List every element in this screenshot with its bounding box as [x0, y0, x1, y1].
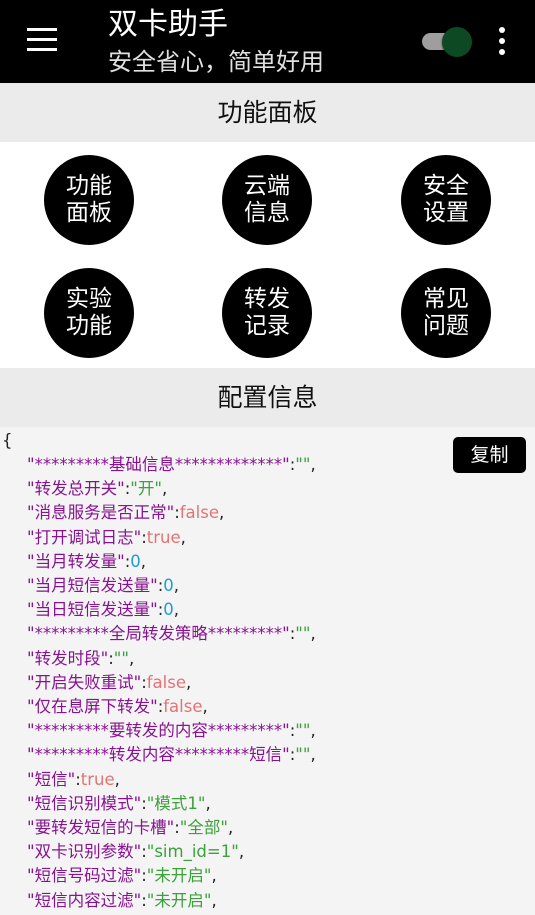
config-value: 0	[130, 551, 141, 571]
config-value: "全部"	[179, 818, 228, 837]
json-comma: ,	[310, 745, 316, 765]
config-line: "*********转发内容*********短信":"",	[27, 743, 316, 767]
json-comma: ,	[310, 624, 316, 644]
json-comma: ,	[227, 818, 234, 837]
json-comma: ,	[114, 769, 120, 789]
experimental-features-button[interactable]: 实验 功能	[44, 268, 134, 358]
config-line: "*********要转发的内容*********":"",	[27, 719, 316, 743]
config-line: "双卡识别参数":"sim_id=1",	[27, 840, 244, 864]
config-value: "未开启"	[146, 890, 212, 910]
config-key: "转发总开关"	[27, 479, 125, 499]
config-key: "要转发短信的卡槽"	[27, 818, 175, 837]
config-line: "打开调试日志":true,	[27, 526, 186, 550]
config-line: "短信内容过滤":"未开启",	[27, 889, 217, 913]
config-key: "短信号码过滤"	[27, 866, 142, 886]
config-value: false	[146, 672, 187, 692]
config-line: "仅在息屏下转发":false,	[27, 695, 208, 719]
config-key: "当月转发量"	[27, 551, 125, 571]
config-line: "当月短信发送量":0,	[27, 574, 179, 598]
config-key: "仅在息屏下转发"	[27, 697, 158, 716]
cloud-info-button[interactable]: 云端 信息	[222, 155, 312, 245]
security-settings-button[interactable]: 安全 设置	[401, 155, 491, 245]
config-json-view[interactable]: { "*********基础信息*************":"", "转发总开关…	[0, 427, 535, 915]
config-value: "模式1"	[146, 793, 206, 813]
copy-button[interactable]: 复制	[453, 437, 526, 473]
config-key: "转发时段"	[27, 648, 109, 668]
json-comma: ,	[161, 479, 168, 499]
json-comma: ,	[173, 576, 179, 595]
json-comma: ,	[219, 503, 225, 523]
json-comma: ,	[238, 842, 245, 862]
config-key: "当月短信发送量"	[27, 576, 158, 595]
config-key: "开启失败重试"	[27, 672, 142, 692]
app-subtitle: 安全省心，简单好用	[108, 48, 324, 76]
config-value: 0	[163, 576, 174, 595]
json-comma: ,	[173, 600, 179, 620]
service-toggle[interactable]	[422, 27, 472, 57]
json-comma: ,	[211, 890, 217, 910]
config-value: ""	[113, 648, 129, 668]
config-key: "消息服务是否正常"	[27, 503, 175, 523]
config-value: false	[179, 503, 220, 523]
forward-records-button[interactable]: 转发 记录	[222, 268, 312, 358]
json-open-brace: {	[2, 431, 13, 450]
json-comma: ,	[128, 648, 135, 668]
config-key: "*********要转发的内容*********"	[27, 721, 290, 741]
app-title: 双卡助手	[108, 7, 228, 42]
config-value: 0	[163, 600, 174, 620]
config-value: ""	[295, 721, 311, 741]
json-comma: ,	[211, 866, 217, 886]
config-key: "短信"	[27, 769, 76, 789]
menu-icon[interactable]	[27, 28, 57, 52]
config-value: ""	[295, 455, 311, 474]
config-line: "*********基础信息*************":"",	[27, 453, 316, 477]
config-key: "*********基础信息*************"	[27, 455, 290, 474]
json-comma: ,	[310, 455, 316, 474]
config-value: "sim_id=1"	[146, 842, 239, 862]
toggle-thumb	[442, 27, 472, 57]
config-section-title: 配置信息	[0, 368, 535, 427]
config-line: "短信号码过滤":"未开启",	[27, 864, 217, 888]
config-line: "转发总开关":"开",	[27, 477, 167, 501]
json-comma: ,	[140, 551, 146, 571]
json-comma: ,	[186, 672, 192, 692]
config-value: "开"	[130, 479, 162, 499]
json-comma: ,	[310, 721, 316, 741]
panel-section-title: 功能面板	[0, 83, 535, 142]
config-line: "当月转发量":0,	[27, 550, 146, 574]
config-value: ""	[295, 624, 311, 644]
config-key: "*********转发内容*********短信"	[27, 745, 290, 765]
config-value: true	[80, 769, 115, 789]
config-value: true	[146, 527, 181, 547]
config-line: "当日短信发送量":0,	[27, 598, 179, 622]
config-value: "未开启"	[146, 866, 212, 886]
config-line: "*********全局转发策略*********":"",	[27, 622, 316, 646]
config-key: "打开调试日志"	[27, 527, 142, 547]
config-key: "短信内容过滤"	[27, 890, 142, 910]
faq-button[interactable]: 常见 问题	[401, 268, 491, 358]
config-key: "*********全局转发策略*********"	[27, 624, 290, 644]
config-line: "开启失败重试":false,	[27, 671, 191, 695]
app-bar: 双卡助手 安全省心，简单好用	[0, 0, 535, 83]
config-line: "转发时段":"",	[27, 647, 134, 671]
config-line: "要转发短信的卡槽":"全部",	[27, 816, 233, 840]
json-comma: ,	[180, 527, 186, 547]
more-options-icon[interactable]	[496, 27, 508, 55]
config-key: "当日短信发送量"	[27, 600, 158, 620]
function-panel-button[interactable]: 功能 面板	[44, 155, 134, 245]
config-key: "双卡识别参数"	[27, 842, 142, 862]
config-line: "短信":true,	[27, 768, 120, 792]
config-value: ""	[295, 745, 311, 765]
config-key: "短信识别模式"	[27, 793, 142, 813]
config-value: false	[163, 697, 203, 716]
json-comma: ,	[205, 793, 211, 813]
config-line: "消息服务是否正常":false,	[27, 501, 224, 525]
function-panel: 功能 面板 云端 信息 安全 设置 实验 功能 转发 记录 常见 问题	[0, 142, 535, 368]
json-comma: ,	[202, 697, 208, 716]
config-line: "短信识别模式":"模式1",	[27, 792, 211, 816]
